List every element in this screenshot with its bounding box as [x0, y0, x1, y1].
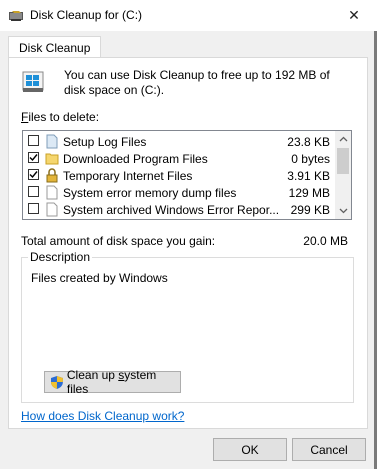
file-size: 3.91 KB: [287, 169, 330, 183]
lock-icon: [46, 168, 58, 183]
file-name: Downloaded Program Files: [63, 152, 208, 166]
disk-cleanup-app-icon: [9, 11, 23, 21]
folder-icon: [45, 153, 59, 165]
file-name: Setup Log Files: [63, 135, 147, 149]
scroll-thumb[interactable]: [337, 148, 349, 174]
scroll-down-button[interactable]: [335, 203, 351, 219]
checkbox[interactable]: [28, 203, 39, 214]
checkbox[interactable]: [28, 169, 39, 180]
list-item[interactable]: System archived Windows Error Repor... 2…: [23, 201, 336, 218]
file-size: 0 bytes: [291, 152, 330, 166]
file-name: Temporary Internet Files: [63, 169, 193, 183]
cleanup-button-label: Clean up system files: [67, 368, 180, 396]
file-size: 129 MB: [288, 186, 330, 200]
drive-cleanup-icon: [22, 71, 44, 92]
uac-shield-icon: [50, 375, 63, 389]
close-icon: ✕: [348, 7, 360, 23]
cleanup-label-before: Clean up: [66, 368, 119, 382]
checkbox[interactable]: [28, 135, 39, 146]
ok-button[interactable]: OK: [213, 438, 287, 461]
checkmark-icon: [29, 154, 38, 162]
clean-up-system-files-button[interactable]: Clean up system files: [44, 368, 181, 396]
file-name: System archived Windows Error Repor...: [63, 203, 280, 217]
file-size: 299 KB: [290, 203, 330, 217]
list-item[interactable]: System error memory dump files 129 MB: [23, 184, 336, 201]
list-scrollbar[interactable]: [335, 131, 351, 219]
description-group: Description Files created by Windows Cle…: [21, 250, 354, 403]
total-space-label: Total amount of disk space you gain:: [21, 234, 216, 248]
files-to-delete-label: Files to delete:: [21, 110, 99, 124]
total-space-value: 20.0 MB: [303, 234, 348, 248]
file-size: 23.8 KB: [287, 135, 330, 149]
description-legend: Description: [28, 250, 93, 264]
tab-label: Disk Cleanup: [19, 41, 91, 55]
window-title: Disk Cleanup for (C:): [30, 8, 143, 22]
list-item[interactable]: Setup Log Files 23.8 KB: [23, 133, 336, 150]
list-item[interactable]: Temporary Internet Files 3.91 KB: [23, 167, 336, 184]
intro-text: You can use Disk Cleanup to free up to 1…: [64, 68, 330, 97]
files-list[interactable]: Setup Log Files 23.8 KB Downloaded Progr…: [22, 130, 352, 220]
tab-disk-cleanup[interactable]: Disk Cleanup: [8, 36, 102, 59]
chevron-down-icon: [339, 208, 347, 214]
files-label-rest: iles to delete:: [28, 110, 100, 124]
list-item[interactable]: Downloaded Program Files 0 bytes: [23, 150, 336, 167]
title-bar: Disk Cleanup for (C:) ✕: [0, 0, 377, 31]
checkbox[interactable]: [28, 152, 39, 163]
close-button[interactable]: ✕: [331, 0, 377, 31]
tab-strip: Disk Cleanup: [0, 31, 377, 59]
checkmark-icon: [29, 171, 38, 179]
tab-panel: You can use Disk Cleanup to free up to 1…: [8, 57, 368, 429]
file-icon: [46, 185, 58, 200]
file-icon: [46, 134, 58, 149]
help-link[interactable]: How does Disk Cleanup work?: [21, 409, 184, 423]
scroll-up-button[interactable]: [335, 131, 351, 147]
description-text: Files created by Windows: [31, 271, 168, 285]
cancel-button[interactable]: Cancel: [292, 438, 366, 461]
file-name: System error memory dump files: [63, 186, 237, 200]
file-icon: [46, 202, 58, 217]
checkbox[interactable]: [28, 186, 39, 197]
chevron-up-icon: [339, 136, 347, 142]
